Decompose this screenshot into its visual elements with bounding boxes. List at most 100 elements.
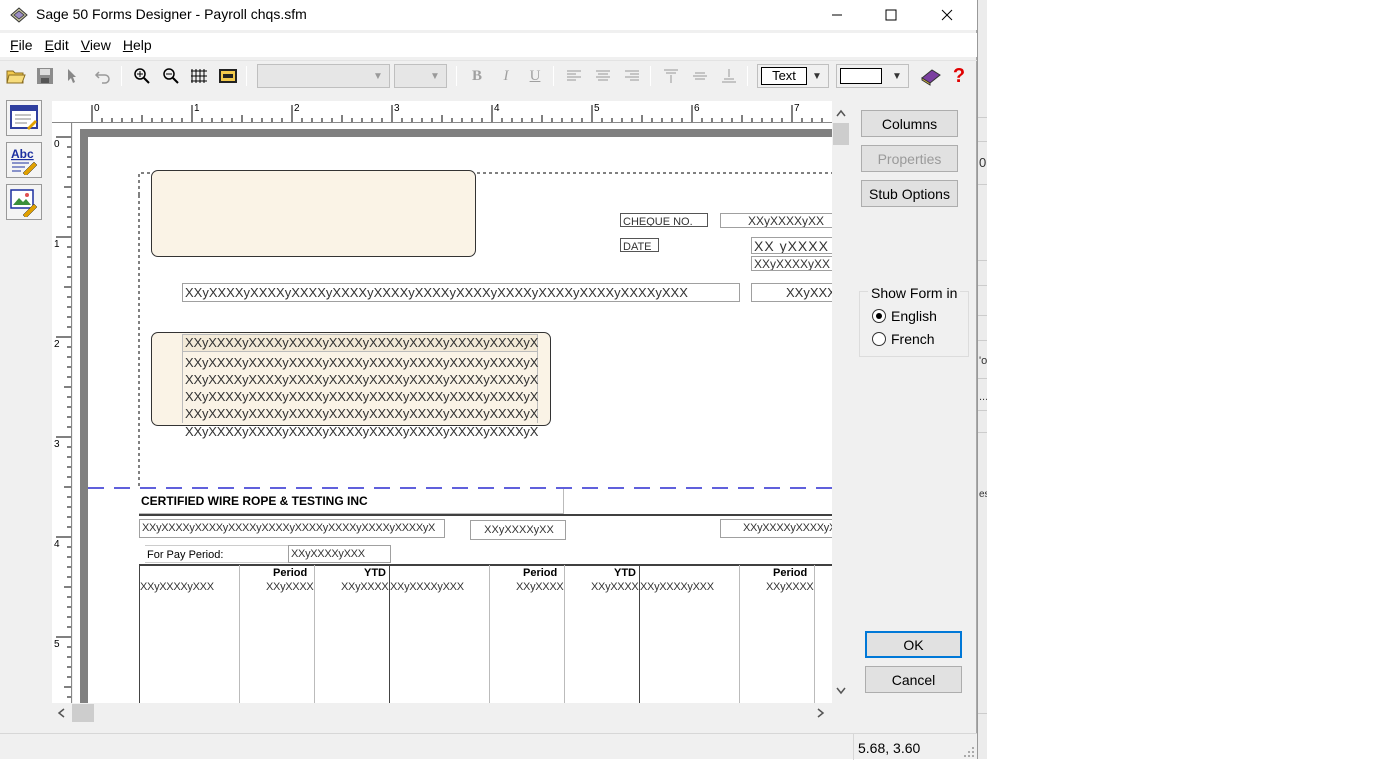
- resize-grip-icon[interactable]: [963, 746, 975, 758]
- maximize-button[interactable]: [863, 0, 919, 30]
- english-radio[interactable]: English: [872, 308, 937, 324]
- border-preview: [840, 68, 882, 84]
- ytd-header[interactable]: YTD: [364, 567, 386, 579]
- stub-date-field[interactable]: XXyXXXXyXXXXyX: [720, 519, 832, 538]
- bg-divider: [978, 315, 987, 316]
- align-bottom-icon: [722, 69, 736, 83]
- field-type-value: Text: [761, 67, 807, 85]
- field-tool-button[interactable]: [6, 100, 42, 136]
- field-type-combo[interactable]: Text ▼: [757, 64, 829, 88]
- menu-file[interactable]: File: [10, 33, 33, 57]
- earnings-name-cell[interactable]: XXyXXXXyXXX: [140, 581, 214, 593]
- french-radio[interactable]: French: [872, 331, 935, 347]
- menu-edit[interactable]: Edit: [45, 33, 69, 57]
- chevron-down-icon: ▼: [892, 70, 902, 82]
- ytd-value-cell[interactable]: XXyXXXX: [591, 581, 639, 593]
- tax-name-cell[interactable]: XXyXXXXyXXX: [640, 581, 714, 593]
- align-left-button[interactable]: [563, 65, 585, 87]
- italic-button[interactable]: I: [495, 65, 517, 87]
- close-button[interactable]: [919, 0, 975, 30]
- horizontal-ruler-scale: 0 1 2 3 4 5 6 7: [91, 103, 823, 122]
- amount-in-words-field[interactable]: XXyXXXXyXXXXyXXXXyXXXXyXXXXyXXXXyXXXXyXX…: [182, 283, 740, 302]
- cancel-button[interactable]: Cancel: [865, 666, 962, 693]
- save-icon: [37, 68, 53, 84]
- cursor-coordinates: 5.68, 3.60: [853, 734, 977, 760]
- align-top-button[interactable]: [660, 65, 682, 87]
- date-label-box[interactable]: DATE: [620, 238, 659, 252]
- undo-button[interactable]: [92, 65, 114, 87]
- ytd-header[interactable]: YTD: [614, 567, 636, 579]
- bg-divider: [978, 184, 987, 185]
- align-middle-button[interactable]: [689, 65, 711, 87]
- stub-options-button[interactable]: Stub Options: [861, 180, 958, 207]
- payee-line[interactable]: XXyXXXXyXXXXyXXXXyXXXXyXXXXyXXXXyXXXXyXX…: [185, 423, 538, 440]
- amount-value: XXyXXXXyXX: [786, 285, 832, 300]
- properties-button[interactable]: Properties: [861, 145, 958, 172]
- company-name-box[interactable]: CERTIFIED WIRE ROPE & TESTING INC: [139, 489, 564, 514]
- align-right-button[interactable]: [621, 65, 643, 87]
- vertical-scrollbar[interactable]: [832, 101, 850, 703]
- period-value-cell[interactable]: XXyXXXX: [266, 581, 314, 593]
- amount-field[interactable]: XXyXXXXyXX: [751, 283, 832, 302]
- scroll-up-icon[interactable]: [832, 103, 850, 123]
- bg-text: ...: [979, 391, 987, 403]
- columns-button[interactable]: Columns: [861, 110, 958, 137]
- zoom-out-icon: [163, 68, 179, 84]
- cheque-no-label-box[interactable]: CHEQUE NO.: [620, 213, 708, 227]
- font-name-combo[interactable]: ▼: [257, 64, 390, 88]
- payee-line[interactable]: XXyXXXXyXXXXyXXXXyXXXXyXXXXyXXXXyXXXXyXX…: [185, 388, 538, 405]
- border-style-combo[interactable]: ▼: [836, 64, 909, 88]
- picture-icon: [10, 189, 38, 217]
- ruler-label: 1: [54, 239, 60, 250]
- payee-line[interactable]: XXyXXXXyXXXXyXXXXyXXXXyXXXXyXXXXyXXXXyXX…: [185, 334, 538, 351]
- zoom-out-button[interactable]: [160, 65, 182, 87]
- form-canvas[interactable]: CHEQUE NO. XXyXXXXyXX DATE XX yXXXX XXyX…: [73, 123, 832, 703]
- company-address-box[interactable]: [151, 170, 476, 257]
- pointer-icon: [68, 69, 76, 83]
- scroll-right-icon[interactable]: [812, 703, 830, 723]
- vertical-scroll-thumb[interactable]: [833, 123, 849, 145]
- help-button[interactable]: ?: [948, 65, 970, 87]
- menu-view[interactable]: View: [81, 33, 111, 57]
- cheque-no-field[interactable]: XXyXXXXyXX: [720, 213, 832, 228]
- payee-line[interactable]: XXyXXXXyXXXXyXXXXyXXXXyXXXXyXXXXyXXXXyXX…: [185, 371, 538, 388]
- close-icon: [941, 9, 953, 21]
- menu-help[interactable]: Help: [123, 33, 152, 57]
- manual-button[interactable]: [920, 65, 942, 87]
- stub-id-field[interactable]: XXyXXXXyXX: [470, 520, 566, 540]
- align-center-button[interactable]: [592, 65, 614, 87]
- underline-button[interactable]: U: [524, 65, 546, 87]
- payee-line[interactable]: XXyXXXXyXXXXyXXXXyXXXXyXXXXyXXXXyXXXXyXX…: [185, 354, 538, 371]
- bold-button[interactable]: B: [466, 65, 488, 87]
- period-header[interactable]: Period: [773, 567, 807, 579]
- period-header[interactable]: Period: [273, 567, 307, 579]
- period-header[interactable]: Period: [523, 567, 557, 579]
- scroll-left-icon[interactable]: [52, 703, 70, 723]
- pay-period-label-box[interactable]: For Pay Period:: [145, 545, 291, 563]
- ruler-label: 0: [54, 139, 60, 150]
- font-size-combo[interactable]: ▼: [394, 64, 447, 88]
- stub-employee-field[interactable]: XXyXXXXyXXXXyXXXXyXXXXyXXXXyXXXXyXXXXyXX…: [139, 519, 445, 538]
- open-button[interactable]: [5, 65, 27, 87]
- align-bottom-button[interactable]: [718, 65, 740, 87]
- date-field-2[interactable]: XXyXXXXyXX: [751, 256, 832, 271]
- pointer-button[interactable]: [63, 65, 85, 87]
- deduction-name-cell[interactable]: XXyXXXXyXXX: [390, 581, 464, 593]
- ok-button[interactable]: OK: [865, 631, 962, 658]
- save-button[interactable]: [34, 65, 56, 87]
- text-tool-button[interactable]: Abc: [6, 142, 42, 178]
- period-value-cell[interactable]: XXyXXXX: [766, 581, 814, 593]
- horizontal-scrollbar[interactable]: [52, 703, 832, 723]
- scroll-down-icon[interactable]: [832, 681, 850, 701]
- ytd-value-cell[interactable]: XXyXXXX: [341, 581, 389, 593]
- period-value-cell[interactable]: XXyXXXX: [516, 581, 564, 593]
- horizontal-scroll-thumb[interactable]: [72, 704, 94, 722]
- grid-button[interactable]: [188, 65, 210, 87]
- image-tool-button[interactable]: [6, 184, 42, 220]
- minimize-button[interactable]: [809, 0, 865, 30]
- print-preview-button[interactable]: [217, 65, 239, 87]
- payee-line[interactable]: XXyXXXXyXXXXyXXXXyXXXXyXXXXyXXXXyXXXXyXX…: [185, 405, 538, 422]
- zoom-in-button[interactable]: [131, 65, 153, 87]
- pay-period-field[interactable]: XXyXXXXyXXX: [288, 545, 391, 563]
- date-field[interactable]: XX yXXXX: [751, 237, 832, 254]
